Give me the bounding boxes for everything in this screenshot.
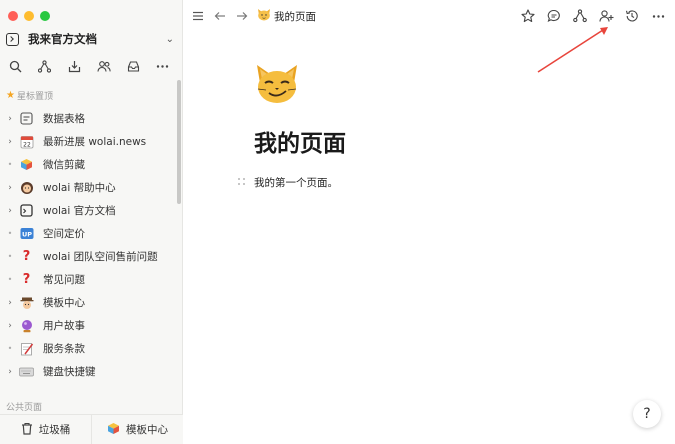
question-icon: ?	[22, 272, 31, 287]
sidebar-toolbar	[6, 57, 172, 75]
sidebar-item-help-center[interactable]: › wolai 帮助中心	[0, 176, 178, 199]
sidebar-item-label: 用户故事	[43, 320, 85, 332]
zoom-window-button[interactable]	[40, 11, 50, 21]
chevron-right-icon[interactable]: ›	[6, 137, 14, 147]
close-window-button[interactable]	[8, 11, 18, 21]
keyboard-icon	[19, 364, 34, 379]
more-icon[interactable]	[154, 57, 172, 75]
chevron-right-icon[interactable]: ›	[6, 321, 14, 331]
workspace-name: 我来官方文档	[28, 32, 97, 46]
sidebar-scrollbar[interactable]	[177, 80, 181, 204]
detective-icon	[19, 295, 34, 310]
bullet-dot-icon: •	[7, 160, 13, 169]
chevron-right-icon[interactable]: ›	[6, 206, 14, 216]
sidebar-item-label: wolai 团队空间售前问题	[43, 251, 158, 263]
sidebar-item-keyboard-shortcuts[interactable]: › 键盘快捷键	[0, 360, 178, 383]
pen-paper-icon	[19, 341, 34, 356]
cube-icon	[19, 157, 34, 172]
calendar-icon: 22	[19, 134, 34, 149]
graph-icon[interactable]	[36, 57, 54, 75]
smirking-cat-icon[interactable]	[254, 63, 300, 108]
workspace-switcher[interactable]: 我来官方文档 ⌄	[6, 30, 174, 48]
breadcrumb[interactable]: 我的页面	[257, 8, 316, 24]
chevron-right-icon[interactable]: ›	[6, 183, 14, 193]
sidebar-item-team-presale[interactable]: • ? wolai 团队空间售前问题	[0, 245, 178, 268]
trash-button[interactable]: 垃圾桶	[0, 415, 91, 444]
trash-label: 垃圾桶	[38, 424, 71, 436]
template-center-button[interactable]: 模板中心	[91, 415, 183, 444]
template-center-label: 模板中心	[126, 424, 168, 436]
sidebar-item-terms[interactable]: • 服务条款	[0, 337, 178, 360]
chevron-right-icon[interactable]: ›	[6, 367, 14, 377]
chevron-right-icon[interactable]: ›	[6, 298, 14, 308]
sidebar-item-news[interactable]: › 22 最新进展 wolai.news	[0, 130, 178, 153]
sidebar-item-label: 空间定价	[43, 228, 85, 240]
bullet-dot-icon: •	[7, 229, 13, 238]
svg-text:UP: UP	[21, 231, 31, 239]
sidebar-item-faq[interactable]: • ? 常见问题	[0, 268, 178, 291]
crystal-ball-icon	[19, 318, 34, 333]
sidebar-item-label: wolai 官方文档	[43, 205, 116, 217]
sidebar-item-user-stories[interactable]: › 用户故事	[0, 314, 178, 337]
toggle-sidebar-button[interactable]	[189, 7, 207, 25]
minimize-window-button[interactable]	[24, 11, 34, 21]
doc-icon	[19, 203, 34, 218]
sidebar-item-label: 键盘快捷键	[43, 366, 96, 378]
search-icon[interactable]	[6, 57, 24, 75]
page-title[interactable]: 我的页面	[254, 124, 346, 158]
annotation-arrow	[537, 27, 608, 73]
import-icon[interactable]	[65, 57, 83, 75]
block-text[interactable]: 我的第一个页面。	[254, 175, 338, 190]
starred-label: 星标置顶	[16, 92, 53, 102]
sidebar-item-label: 最新进展 wolai.news	[43, 136, 147, 148]
bullet-dot-icon: •	[7, 252, 13, 261]
sidebar-item-pricing[interactable]: • UP 空间定价	[0, 222, 178, 245]
page-tree: › 数据表格 › 22 最新进展 wolai.news • 微信剪藏 › wol…	[0, 107, 178, 383]
sidebar-item-label: 服务条款	[43, 343, 85, 355]
help-button[interactable]: ?	[633, 400, 661, 428]
star-icon: ★	[6, 90, 15, 101]
back-button[interactable]	[211, 7, 229, 25]
comment-icon[interactable]	[545, 7, 563, 25]
breadcrumb-page-title: 我的页面	[274, 10, 316, 23]
trash-icon	[21, 422, 33, 438]
up-icon: UP	[19, 226, 34, 241]
chevron-down-icon: ⌄	[165, 33, 174, 45]
bullet-dot-icon: •	[7, 344, 13, 353]
sidebar-item-templates[interactable]: › 模板中心	[0, 291, 178, 314]
sidebar-item-label: 模板中心	[43, 297, 85, 309]
table-icon	[19, 111, 34, 126]
person-icon	[19, 180, 34, 195]
sidebar-item-label: 微信剪藏	[43, 159, 85, 171]
bullet-dot-icon: •	[7, 275, 13, 284]
cat-face-icon	[257, 8, 271, 24]
window-controls	[8, 11, 50, 21]
workspace-icon	[6, 32, 19, 46]
graph-icon[interactable]	[571, 7, 589, 25]
text-block[interactable]: 我的第一个页面。	[238, 175, 338, 190]
forward-button[interactable]	[233, 7, 251, 25]
drag-handle-icon[interactable]	[238, 177, 247, 188]
sidebar: 我来官方文档 ⌄ ★ 星标置顶 › 数据表格 › 22 最新进展 wolai.n…	[0, 0, 183, 444]
history-icon[interactable]	[623, 7, 641, 25]
sidebar-item-official-docs[interactable]: › wolai 官方文档	[0, 199, 178, 222]
sidebar-footer: 垃圾桶 模板中心	[0, 414, 183, 444]
members-icon[interactable]	[95, 57, 113, 75]
sidebar-item-label: 数据表格	[43, 113, 85, 125]
star-icon[interactable]	[519, 7, 537, 25]
question-icon: ?	[22, 249, 31, 264]
svg-text:22: 22	[23, 141, 31, 148]
chevron-right-icon[interactable]: ›	[6, 114, 14, 124]
sidebar-item-wechat-clip[interactable]: • 微信剪藏	[0, 153, 178, 176]
more-icon[interactable]	[649, 7, 667, 25]
public-pages-header: 公共页面	[6, 403, 43, 413]
starred-section-header: ★ 星标置顶	[6, 89, 53, 102]
sidebar-item-data-table[interactable]: › 数据表格	[0, 107, 178, 130]
inbox-icon[interactable]	[124, 57, 142, 75]
cube-icon	[107, 422, 120, 438]
sidebar-item-label: 常见问题	[43, 274, 85, 286]
sidebar-item-label: wolai 帮助中心	[43, 182, 116, 194]
add-collaborator-icon[interactable]	[597, 7, 615, 25]
